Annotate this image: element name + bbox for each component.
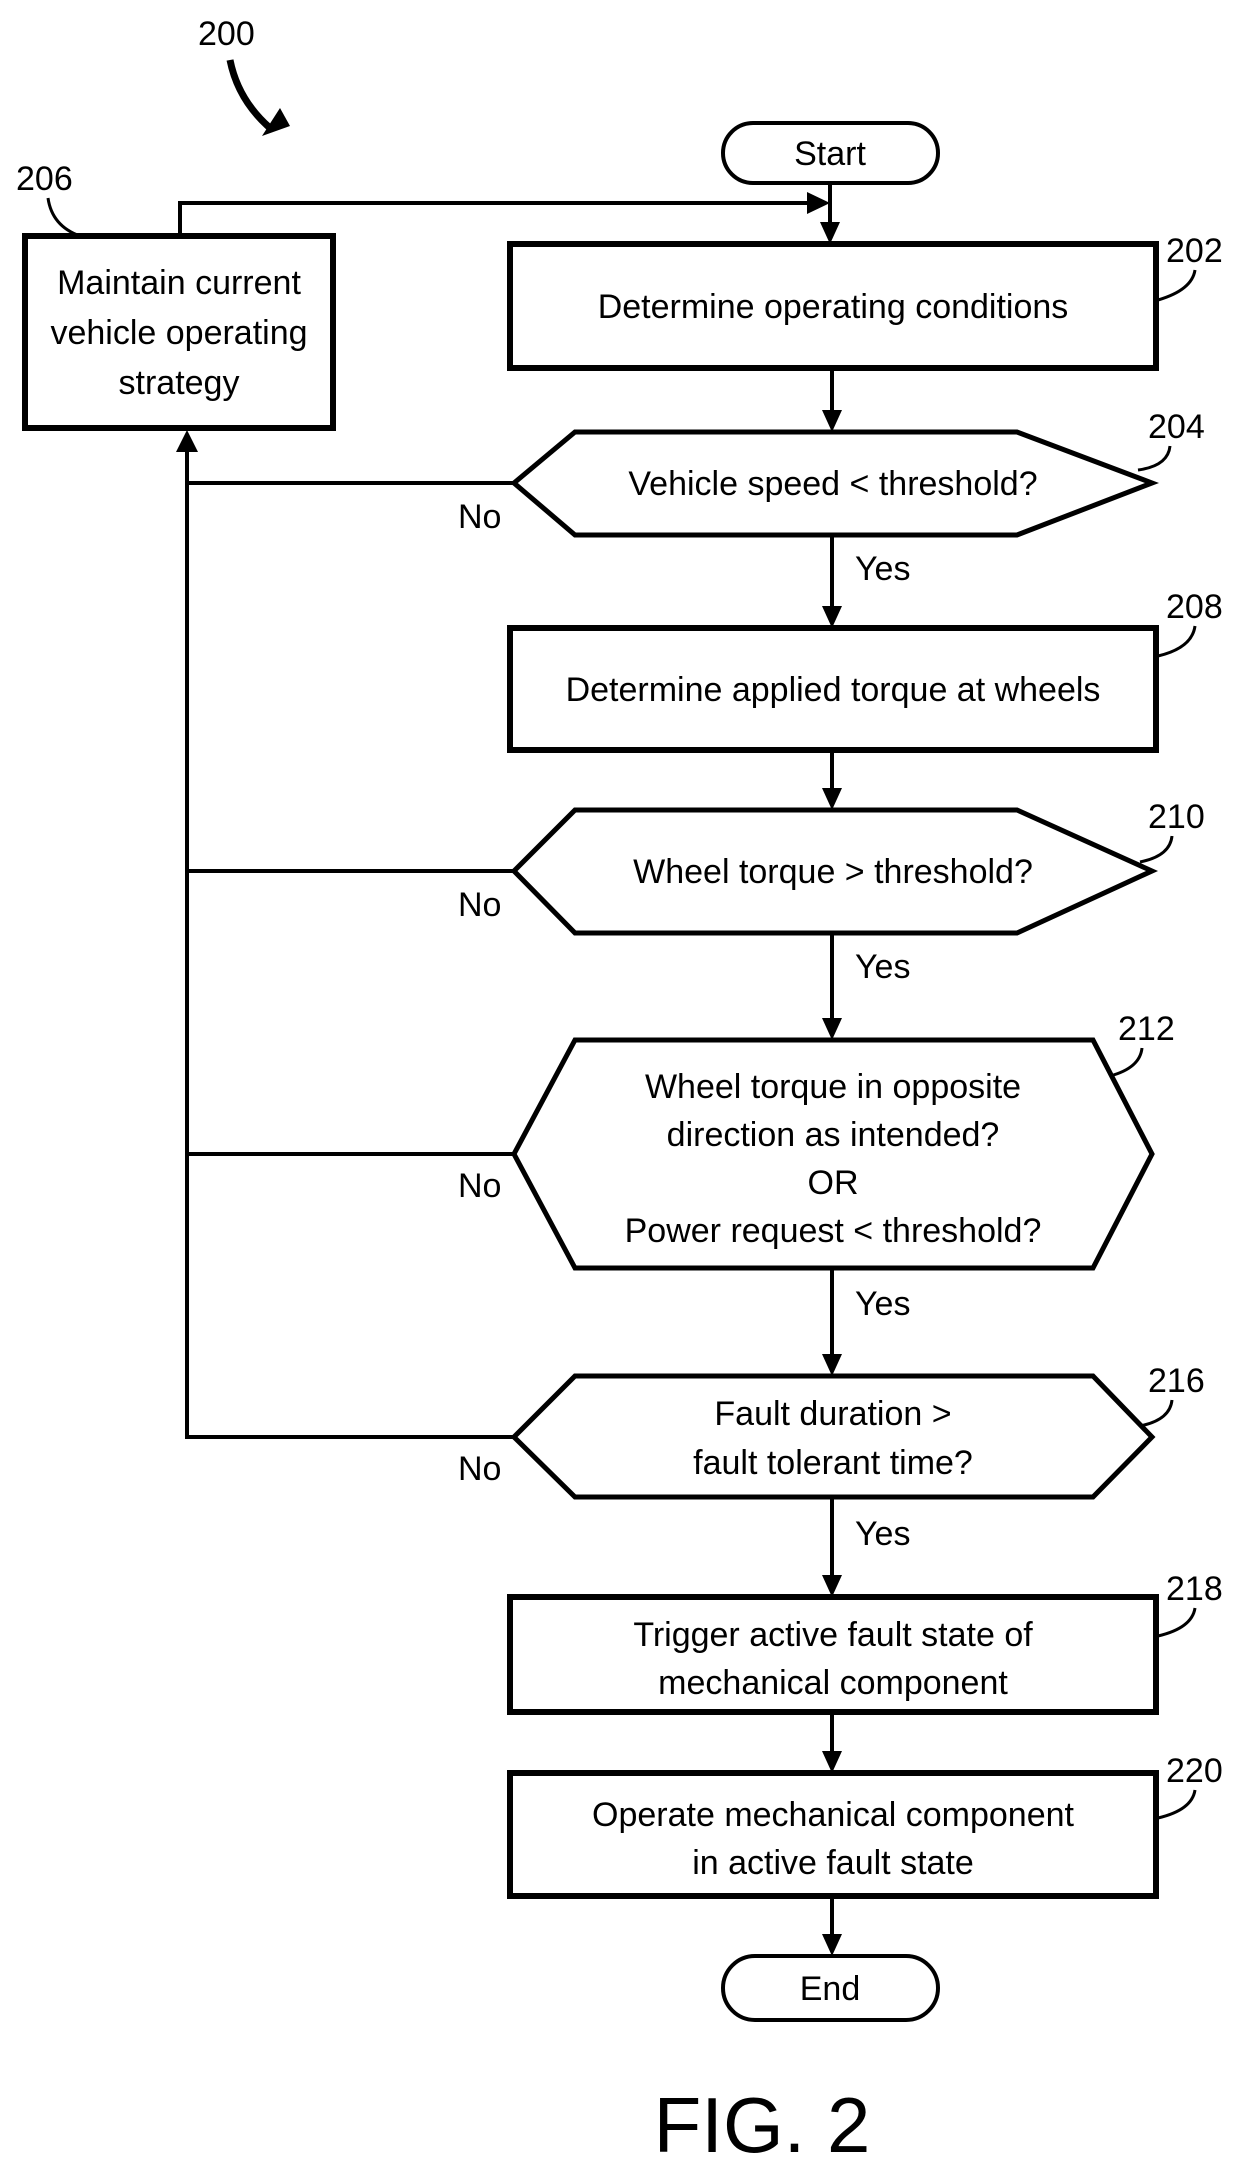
- arrowhead-icon: [807, 192, 830, 214]
- step-216-leader: [1139, 1399, 1174, 1428]
- figure-caption: FIG. 2: [654, 2081, 871, 2169]
- step-220-line-2: in active fault state: [692, 1844, 974, 1882]
- step-210-label: Wheel torque > threshold?: [633, 853, 1033, 891]
- step-212-line-1: Wheel torque in opposite: [645, 1068, 1021, 1106]
- step-206-ref: 206: [16, 160, 73, 198]
- step-208-label: Determine applied torque at wheels: [566, 671, 1101, 709]
- start-label: Start: [794, 135, 866, 173]
- step-210-yes-label: Yes: [855, 948, 910, 986]
- step-212-leader: [1109, 1047, 1144, 1078]
- step-210-ref: 210: [1148, 798, 1205, 836]
- arrowhead-icon: [822, 1751, 842, 1773]
- step-212-line-3: OR: [808, 1164, 859, 1202]
- step-210-leader: [1139, 835, 1174, 864]
- step-206-line-1: Maintain current: [57, 264, 301, 302]
- step-206-leader: [46, 197, 81, 238]
- step-204-ref: 204: [1148, 408, 1205, 446]
- step-206-line-2: vehicle operating: [50, 314, 307, 352]
- step-212-line-2: direction as intended?: [667, 1116, 1000, 1154]
- step-220-line-1: Operate mechanical component: [592, 1796, 1074, 1834]
- arrowhead-icon: [822, 1575, 842, 1597]
- step-212-yes-label: Yes: [855, 1285, 910, 1323]
- step-208-ref: 208: [1166, 588, 1223, 626]
- edge-206-202: [178, 201, 815, 236]
- step-216-yes-label: Yes: [855, 1515, 910, 1553]
- step-212-line-4: Power request < threshold?: [625, 1212, 1042, 1250]
- step-216-ref: 216: [1148, 1362, 1205, 1400]
- step-212-ref: 212: [1118, 1010, 1175, 1048]
- step-216-line-1: Fault duration >: [714, 1395, 951, 1433]
- arrowhead-icon: [822, 1018, 842, 1040]
- step-218-line-1: Trigger active fault state of: [633, 1616, 1033, 1654]
- figure-reference-label: 200: [198, 15, 255, 53]
- step-212-no-label: No: [458, 1167, 501, 1205]
- step-216-no-label: No: [458, 1450, 501, 1488]
- step-218-ref: 218: [1166, 1570, 1223, 1608]
- step-218-line-2: mechanical component: [658, 1664, 1008, 1702]
- arrowhead-icon: [822, 410, 842, 432]
- step-206-line-3: strategy: [119, 364, 240, 402]
- step-216-line-2: fault tolerant time?: [693, 1444, 973, 1482]
- step-220-leader: [1157, 1789, 1197, 1820]
- arrowhead-icon: [822, 788, 842, 810]
- arrowhead-icon: [820, 222, 840, 244]
- arrowhead-icon: [822, 1934, 842, 1956]
- step-202-label: Determine operating conditions: [598, 288, 1069, 326]
- step-204-no-label: No: [458, 498, 501, 536]
- end-label: End: [800, 1970, 861, 2008]
- step-204-leader: [1137, 445, 1172, 472]
- step-202-ref: 202: [1166, 232, 1223, 270]
- step-210-no-label: No: [458, 886, 501, 924]
- figure-reference-arrow: [226, 59, 273, 131]
- step-202-leader: [1157, 269, 1197, 302]
- arrowhead-icon: [176, 430, 198, 452]
- step-204-yes-label: Yes: [855, 550, 910, 588]
- flowchart: 200 Start Maintain current vehicle opera…: [16, 15, 1223, 2169]
- step-218-leader: [1157, 1607, 1197, 1638]
- arrowhead-icon: [822, 606, 842, 628]
- step-208-leader: [1157, 625, 1197, 658]
- step-204-label: Vehicle speed < threshold?: [628, 465, 1037, 503]
- arrowhead-icon: [822, 1354, 842, 1376]
- step-220-ref: 220: [1166, 1752, 1223, 1790]
